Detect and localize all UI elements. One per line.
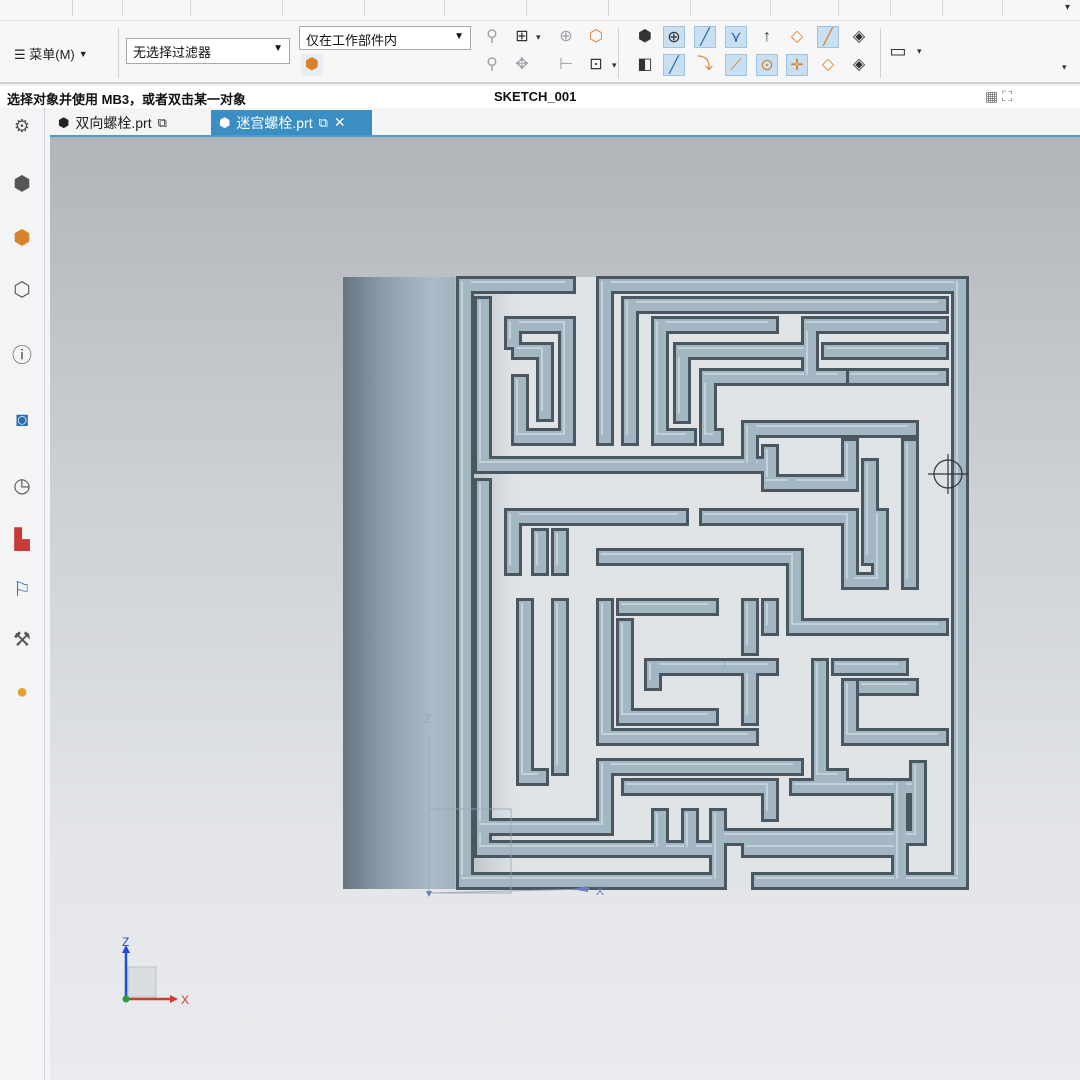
ribbon-separator — [444, 0, 445, 16]
feature-filter-icon[interactable]: ⊞ — [511, 26, 533, 48]
tab-part-bidirectional-bolt[interactable]: ⬢ 双向螺栓.prt ⧉ — [50, 110, 200, 135]
menu-button[interactable]: ☰ 菜单(M) ▼ — [14, 44, 88, 63]
chevron-down-icon: ▼ — [273, 43, 283, 54]
status-bar: 选择对象并使用 MB3，或者双击某一对象 SKETCH_001 ▦ ⛶ — [0, 86, 1080, 108]
part-filter-icon[interactable]: ⬢ — [301, 54, 323, 76]
resource-bar: ⚙ ⬢ ⬢ ⬡ ⓘ ◙ ◷ ▙ ⚐ ⚒ ● — [0, 108, 45, 1080]
ribbon-separator — [190, 0, 191, 16]
bounded-grid-icon[interactable]: ◈ — [848, 54, 870, 76]
triad-z-label: Z — [122, 937, 129, 949]
roles-icon[interactable]: ⚐ — [10, 578, 34, 602]
ribbon-tab-row: ▾ — [0, 0, 1080, 21]
tab-label: 双向螺栓.prt — [75, 114, 152, 131]
chevron-down-icon[interactable]: ▾ — [1062, 62, 1067, 73]
sketch-x-label: X — [596, 884, 604, 898]
settings-icon[interactable]: ⚙ — [10, 114, 34, 138]
quadrant-point-icon[interactable]: ◇ — [786, 26, 808, 48]
filter-clear-icon[interactable]: ⚲ — [481, 26, 503, 48]
document-tabs: ⬢ 双向螺栓.prt ⧉ ⬢ 迷宫螺栓.prt ⧉ ✕ — [50, 110, 1080, 137]
ribbon-separator — [282, 0, 283, 16]
control-point-icon[interactable]: ↑ — [756, 26, 778, 48]
ribbon-separator — [770, 0, 771, 16]
toolbar-separator — [880, 28, 881, 78]
view-triad[interactable]: Z X — [120, 937, 210, 1017]
hierarchy-icon[interactable]: ⊢ — [555, 54, 577, 76]
active-sketch-name: SKETCH_001 — [494, 89, 577, 104]
solid-body-icon[interactable]: ⬢ — [634, 26, 656, 48]
mid-point-icon[interactable]: ⋎ — [725, 26, 747, 48]
selection-toolbar: ☰ 菜单(M) ▼ 无选择过滤器 ▼ 仅在工作部件内 ▼ ⬢ ⚲ ⊞ ▾ ⊕ ⬡… — [0, 22, 1080, 84]
triad-x-arrow-icon — [170, 995, 178, 1003]
sketch-y-arrow-icon — [426, 891, 432, 897]
cylinder-surface — [343, 277, 455, 889]
select-all-icon[interactable]: ⊕ — [555, 26, 577, 48]
graphics-window[interactable]: Z X Z X — [50, 137, 1080, 1080]
existing-point-icon[interactable]: ✛ — [786, 54, 808, 76]
ribbon-separator — [526, 0, 527, 16]
point-on-curve-icon[interactable]: ╱ — [663, 54, 685, 76]
end-point-icon[interactable]: ╱ — [694, 26, 716, 48]
part-file-icon: ⬢ — [219, 114, 231, 130]
history-icon[interactable]: ◷ — [10, 474, 34, 498]
ribbon-separator — [608, 0, 609, 16]
selection-scope-select[interactable]: 仅在工作部件内 ▼ — [299, 26, 471, 50]
part-file-icon: ⬢ — [58, 114, 70, 130]
info-icon[interactable]: ⓘ — [10, 344, 34, 368]
circle-center-icon[interactable]: ⊙ — [756, 54, 778, 76]
sketch-z-label: Z — [424, 712, 431, 726]
move-selection-icon[interactable]: ✥ — [511, 54, 533, 76]
save-status-icon: ⧉ — [318, 114, 328, 130]
ribbon-separator — [942, 0, 943, 16]
status-prompt: 选择对象并使用 MB3，或者双击某一对象 — [7, 92, 247, 107]
ribbon-separator — [690, 0, 691, 16]
grid-icon[interactable]: ▦ — [985, 88, 998, 104]
type-filter-select[interactable]: 无选择过滤器 ▼ — [126, 38, 290, 64]
triad-x-label: X — [181, 993, 189, 1007]
tools-icon[interactable]: ⚒ — [10, 628, 34, 652]
ribbon-expand-icon[interactable]: ▾ — [1065, 2, 1070, 13]
part-navigator-icon[interactable]: ⬢ — [10, 172, 34, 196]
selection-scope-value: 仅在工作部件内 — [306, 33, 398, 48]
menu-label: ☰ 菜单(M) — [14, 47, 75, 62]
web-browser-icon[interactable]: ◙ — [10, 408, 34, 432]
assembly-navigator-icon[interactable]: ⬢ — [10, 226, 34, 250]
constraint-navigator-icon[interactable]: ⬡ — [10, 278, 34, 302]
chevron-down-icon: ▼ — [78, 48, 88, 59]
toolbar-separator — [118, 28, 119, 78]
view-window-icon[interactable]: ▭ — [887, 40, 909, 62]
triad-origin — [122, 995, 130, 1003]
tangent-point-icon[interactable]: ⤵ — [694, 54, 716, 76]
point-on-edge-icon[interactable]: ◇ — [817, 54, 839, 76]
snap-point-icon[interactable]: ⊕ — [663, 26, 685, 48]
analysis-icon[interactable]: ▙ — [10, 528, 34, 552]
ribbon-separator — [364, 0, 365, 16]
chevron-down-icon[interactable]: ▾ — [612, 60, 617, 71]
triad-plane — [127, 966, 157, 998]
toolbar-separator — [618, 28, 619, 78]
tab-label: 迷宫螺栓.prt — [236, 114, 313, 131]
intersection-icon[interactable]: ⟋ — [725, 54, 747, 76]
sheet-body-icon[interactable]: ◧ — [634, 54, 656, 76]
arc-center-icon[interactable]: ╱ — [817, 26, 839, 48]
maze-wall — [702, 371, 721, 443]
ribbon-separator — [890, 0, 891, 16]
ribbon-separator — [1002, 0, 1003, 16]
point-on-face-icon[interactable]: ◈ — [848, 26, 870, 48]
save-status-icon: ⧉ — [157, 114, 167, 130]
rectangle-select-icon[interactable]: ⊡ — [585, 54, 607, 76]
status-icons: ▦ ⛶ — [985, 88, 1012, 105]
tab-part-maze-bolt[interactable]: ⬢ 迷宫螺栓.prt ⧉ ✕ — [211, 110, 372, 135]
chevron-down-icon: ▼ — [454, 31, 464, 42]
filter-reset-icon[interactable]: ⚲ — [481, 54, 503, 76]
ribbon-separator — [122, 0, 123, 16]
fullscreen-icon[interactable]: ⛶ — [1002, 88, 1012, 104]
ribbon-separator — [72, 0, 73, 16]
component-select-icon[interactable]: ⬡ — [585, 26, 607, 48]
type-filter-value: 无选择过滤器 — [133, 45, 212, 60]
ribbon-separator — [838, 0, 839, 16]
chevron-down-icon[interactable]: ▾ — [536, 32, 541, 43]
close-icon[interactable]: ✕ — [334, 114, 346, 131]
chevron-down-icon[interactable]: ▾ — [917, 46, 922, 57]
material-icon[interactable]: ● — [10, 680, 34, 704]
